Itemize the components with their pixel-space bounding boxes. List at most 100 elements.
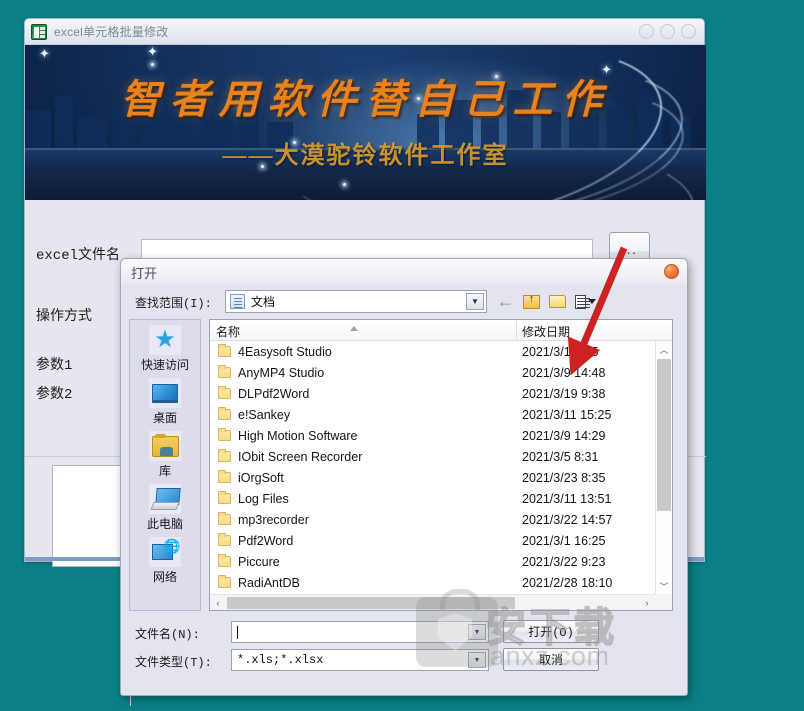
look-in-label: 查找范围(I): <box>135 297 212 311</box>
file-name: mp3recorder <box>238 512 309 527</box>
folder-icon <box>218 365 231 378</box>
file-name: iOrgSoft <box>238 470 284 485</box>
chevron-down-icon[interactable]: ▼ <box>466 293 484 310</box>
table-row[interactable]: AnyMP4 Studio 2021/3/9 14:48 <box>210 362 655 383</box>
file-date: 2021/3/1 16:25 <box>522 533 606 548</box>
look-in-value: 文档 <box>251 295 276 309</box>
maximize-button[interactable] <box>660 24 675 39</box>
application-titlebar[interactable]: excel单元格批量修改 <box>25 19 704 45</box>
parameter2-label: 参数2 <box>36 387 73 403</box>
file-date: 2021/3/1 9:55 <box>522 344 599 359</box>
scroll-up-icon[interactable]: ︿ <box>656 341 672 357</box>
table-row[interactable]: e!Sankey 2021/3/11 15:25 <box>210 404 655 425</box>
horizontal-scroll-thumb[interactable] <box>227 596 515 609</box>
folder-icon <box>218 344 231 357</box>
text-cursor <box>237 625 238 639</box>
vertical-scrollbar[interactable]: ︿ ﹀ <box>655 341 672 594</box>
banner-subheadline: ——大漠驼铃软件工作室 <box>222 143 509 169</box>
folder-icon <box>218 512 231 525</box>
column-header-date[interactable]: 修改日期 <box>522 323 570 340</box>
file-date: 2021/3/9 14:48 <box>522 365 606 380</box>
table-row[interactable]: mp3recorder 2021/3/22 14:57 <box>210 509 655 530</box>
file-name: IObit Screen Recorder <box>238 449 363 464</box>
promotional-banner: ✦ ✦ ✦ 智者用软件替自己工作 ——大漠驼铃软件工作室 <box>25 45 706 200</box>
table-row[interactable]: iOrgSoft 2021/3/23 8:35 <box>210 467 655 488</box>
file-type-select[interactable]: *.xls;*.xlsx ▼ <box>231 649 489 671</box>
file-date: 2021/3/23 8:35 <box>522 470 606 485</box>
sidebar-item-desktop[interactable]: 桌面 <box>130 373 200 426</box>
file-name: e!Sankey <box>238 407 291 422</box>
dialog-titlebar[interactable]: 打开 <box>121 259 687 285</box>
scroll-down-icon[interactable]: ﹀ <box>656 578 672 594</box>
horizontal-scrollbar[interactable]: ‹ › <box>210 594 655 610</box>
table-row[interactable]: 4Easysoft Studio 2021/3/1 9:55 <box>210 341 655 362</box>
folder-icon <box>218 449 231 462</box>
file-date: 2021/3/5 8:31 <box>522 449 599 464</box>
output-textarea[interactable] <box>52 465 130 567</box>
sidebar-item-label: 此电脑 <box>146 517 183 531</box>
column-separator[interactable] <box>516 320 517 340</box>
sidebar-item-library[interactable]: 库 <box>130 426 200 479</box>
library-icon <box>149 431 181 461</box>
minimize-button[interactable] <box>639 24 654 39</box>
new-folder-icon[interactable] <box>547 291 568 312</box>
folder-icon <box>218 407 231 420</box>
sidebar-item-label: 快速访问 <box>140 358 189 372</box>
quick-access-star-icon: ★ <box>149 325 181 355</box>
sort-ascending-icon <box>350 326 358 331</box>
sidebar-item-label: 库 <box>158 464 171 478</box>
folder-icon <box>218 533 231 546</box>
open-button[interactable]: 打开(O) <box>503 620 599 643</box>
table-row[interactable]: RadiAntDB 2021/2/28 18:10 <box>210 572 655 593</box>
up-one-level-icon[interactable] <box>521 291 542 312</box>
parameter1-label: 参数1 <box>36 358 73 374</box>
look-in-combobox[interactable]: 文档 ▼ <box>225 290 487 313</box>
file-name: DLPdf2Word <box>238 386 310 401</box>
file-list-panel: 名称 修改日期 4Easysoft Studio 2021/3/1 9:55 A… <box>209 319 673 611</box>
file-name: Log Files <box>238 491 289 506</box>
chevron-down-icon[interactable]: ▼ <box>468 652 486 668</box>
table-row[interactable]: Piccure 2021/3/22 9:23 <box>210 551 655 572</box>
table-row[interactable]: High Motion Software 2021/3/9 14:29 <box>210 425 655 446</box>
vertical-scroll-thumb[interactable] <box>657 359 671 511</box>
dialog-close-icon[interactable] <box>664 264 679 279</box>
folder-icon <box>218 554 231 567</box>
file-name-label: 文件名(N): <box>135 628 200 642</box>
excel-app-icon <box>31 23 47 40</box>
file-date: 2021/3/22 9:23 <box>522 554 606 569</box>
folder-icon <box>218 575 231 588</box>
sidebar-item-network[interactable]: 网络 <box>130 532 200 585</box>
sidebar-item-this-pc[interactable]: 此电脑 <box>130 479 200 532</box>
sidebar-item-quick-access[interactable]: ★ 快速访问 <box>130 320 200 373</box>
banner-headline: 智者用软件替自己工作 <box>120 77 611 122</box>
back-icon[interactable]: ← <box>495 291 516 312</box>
cancel-button[interactable]: 取消 <box>503 648 599 671</box>
table-row[interactable]: Pdf2Word 2021/3/1 16:25 <box>210 530 655 551</box>
table-row[interactable]: IObit Screen Recorder 2021/3/5 8:31 <box>210 446 655 467</box>
file-date: 2021/3/19 9:38 <box>522 386 606 401</box>
table-row[interactable]: DLPdf2Word 2021/3/19 9:38 <box>210 383 655 404</box>
views-icon[interactable] <box>575 291 596 312</box>
file-name: AnyMP4 Studio <box>238 365 325 380</box>
window-controls <box>639 24 696 39</box>
column-header-name[interactable]: 名称 <box>216 323 240 340</box>
chevron-down-icon[interactable]: ▼ <box>468 624 486 640</box>
sidebar-item-label: 桌面 <box>152 411 177 425</box>
sidebar-item-label: 网络 <box>152 570 177 584</box>
folder-icon <box>218 428 231 441</box>
file-date: 2021/3/22 14:57 <box>522 512 613 527</box>
file-name-input[interactable]: ▼ <box>231 621 489 643</box>
folder-icon <box>218 386 231 399</box>
folder-icon <box>218 491 231 504</box>
file-date: 2021/2/28 18:10 <box>522 575 613 590</box>
file-name: Piccure <box>238 554 280 569</box>
operation-type-label: 操作方式 <box>36 309 92 325</box>
file-list-rows[interactable]: 4Easysoft Studio 2021/3/1 9:55 AnyMP4 St… <box>210 341 655 594</box>
table-row[interactable]: Log Files 2021/3/11 13:51 <box>210 488 655 509</box>
places-sidebar: ★ 快速访问 桌面 库 此电脑 网络 <box>129 319 201 611</box>
file-type-value: *.xls;*.xlsx <box>237 653 324 667</box>
close-button[interactable] <box>681 24 696 39</box>
scrollbar-corner <box>655 594 672 610</box>
scroll-left-icon[interactable]: ‹ <box>210 598 226 608</box>
scroll-right-icon[interactable]: › <box>639 598 655 608</box>
